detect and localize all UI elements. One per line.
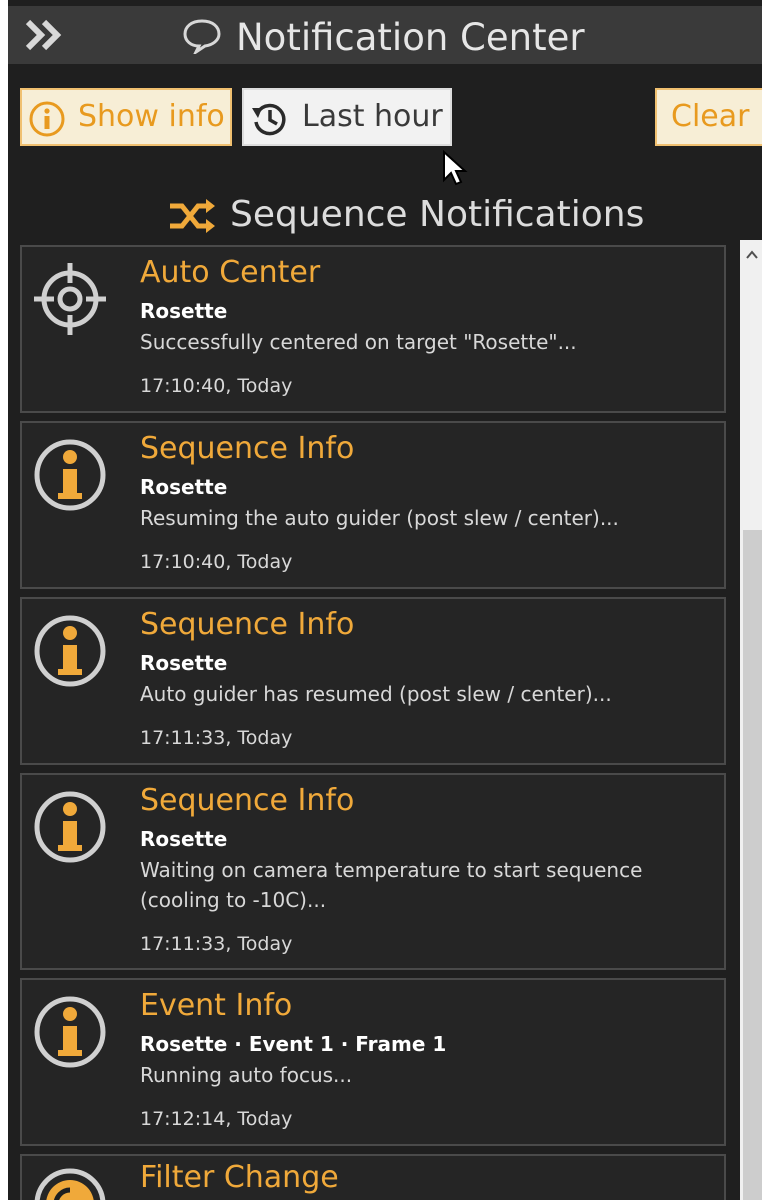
show-info-label: Show info bbox=[78, 99, 225, 134]
info-circle-icon bbox=[29, 101, 65, 137]
info-icon bbox=[34, 439, 106, 511]
crosshair-icon bbox=[34, 263, 106, 335]
notification-card[interactable]: Sequence Info Rosette Waiting on camera … bbox=[20, 773, 726, 970]
notification-card[interactable]: Sequence Info Rosette Auto guider has re… bbox=[20, 597, 726, 765]
notification-panel: Notification Center Show info Last hour … bbox=[8, 0, 762, 1200]
notification-title: Event Info bbox=[140, 988, 293, 1023]
notification-message: Successfully centered on target "Rosette… bbox=[140, 330, 577, 354]
notification-message: Auto guider has resumed (post slew / cen… bbox=[140, 682, 612, 706]
notification-time: 17:11:33, Today bbox=[140, 933, 293, 955]
last-hour-label: Last hour bbox=[302, 99, 443, 134]
notification-title: Sequence Info bbox=[140, 783, 355, 818]
notification-time: 17:12:14, Today bbox=[140, 1108, 293, 1130]
notification-time: 17:10:40, Today bbox=[140, 551, 293, 573]
notification-target: Rosette bbox=[140, 827, 228, 851]
title-bar: Notification Center bbox=[8, 6, 762, 64]
show-info-button[interactable]: Show info bbox=[20, 88, 232, 146]
notification-message: Running auto focus... bbox=[140, 1063, 353, 1087]
notification-message: Waiting on camera temperature to start s… bbox=[140, 858, 643, 912]
notification-time: 17:11:33, Today bbox=[140, 727, 293, 749]
notification-target: Rosette · Event 1 · Frame 1 bbox=[140, 1032, 447, 1056]
scrollbar-thumb[interactable] bbox=[743, 530, 762, 1200]
speech-bubble-icon bbox=[183, 19, 221, 54]
notification-title: Sequence Info bbox=[140, 607, 355, 642]
collapse-chevrons-icon[interactable] bbox=[24, 18, 68, 52]
panel-title: Notification Center bbox=[236, 16, 585, 59]
info-icon bbox=[34, 615, 106, 687]
clear-label: Clear bbox=[671, 99, 750, 134]
notification-card[interactable]: Sequence Info Rosette Resuming the auto … bbox=[20, 421, 726, 589]
notification-title: Auto Center bbox=[140, 255, 321, 290]
notification-card[interactable]: Filter Change bbox=[20, 1154, 726, 1200]
notification-target: Rosette bbox=[140, 475, 228, 499]
last-hour-button[interactable]: Last hour bbox=[242, 88, 452, 146]
shuffle-icon bbox=[170, 199, 215, 233]
notification-time: 17:10:40, Today bbox=[140, 375, 293, 397]
notification-card[interactable]: Auto Center Rosette Successfully centere… bbox=[20, 245, 726, 413]
info-icon bbox=[34, 996, 106, 1068]
filter-icon bbox=[34, 1168, 106, 1200]
info-icon bbox=[34, 791, 106, 863]
notification-title: Filter Change bbox=[140, 1160, 339, 1195]
section-title: Sequence Notifications bbox=[230, 194, 645, 235]
mouse-pointer-icon bbox=[443, 150, 468, 186]
scroll-up-arrow-icon[interactable] bbox=[745, 248, 759, 262]
notification-card[interactable]: Event Info Rosette · Event 1 · Frame 1 R… bbox=[20, 978, 726, 1146]
notification-target: Rosette bbox=[140, 299, 228, 323]
notification-message: Resuming the auto guider (post slew / ce… bbox=[140, 506, 619, 530]
history-clock-icon bbox=[252, 103, 286, 136]
clear-button[interactable]: Clear bbox=[655, 88, 762, 146]
notification-title: Sequence Info bbox=[140, 431, 355, 466]
notification-target: Rosette bbox=[140, 651, 228, 675]
